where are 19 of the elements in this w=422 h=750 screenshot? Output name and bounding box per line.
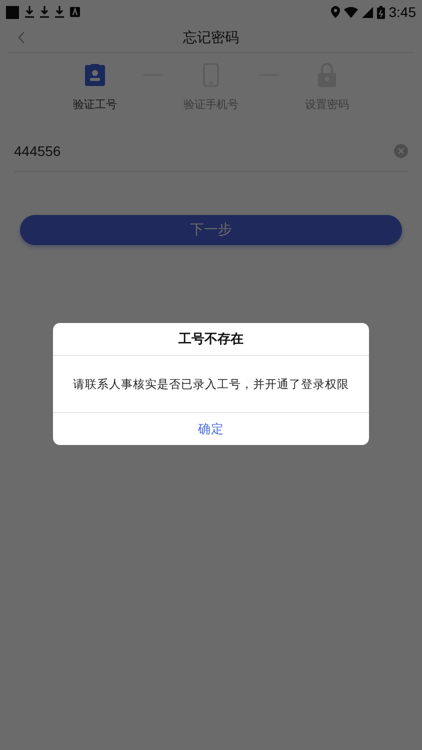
page-title: 忘记密码 (183, 29, 239, 47)
battery-icon (376, 6, 385, 18)
employee-id-field[interactable]: 444556 (14, 143, 394, 159)
download-icon (40, 6, 49, 18)
download-icon (55, 6, 64, 18)
signal-icon (362, 6, 373, 18)
next-button[interactable]: 下一步 (20, 215, 402, 245)
clear-icon[interactable] (394, 144, 408, 158)
notification-icon (6, 6, 19, 18)
dialog-message: 请联系人事核实是否已录入工号，并开通了登录权限 (73, 376, 349, 392)
status-time: 3:45 (388, 4, 416, 20)
wifi-icon (344, 6, 358, 18)
back-icon[interactable] (18, 31, 25, 44)
download-icon (25, 6, 34, 18)
confirm-button[interactable]: 确定 (53, 413, 369, 445)
step-label: 验证工号 (73, 97, 117, 112)
app-notification-icon (70, 7, 80, 17)
location-icon (330, 6, 340, 18)
dialog-title: 工号不存在 (178, 331, 244, 348)
